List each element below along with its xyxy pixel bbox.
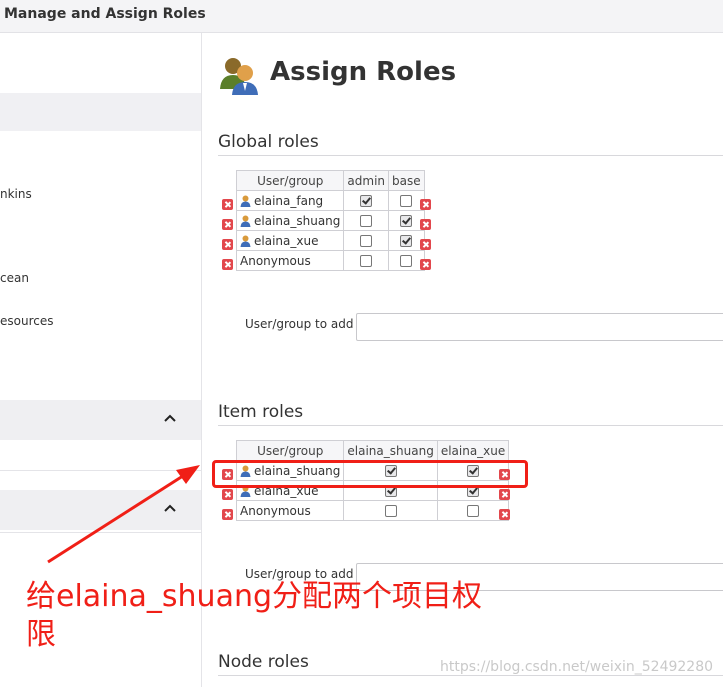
table-row: elaina_shuang (235, 210, 425, 231)
user-group-name: Anonymous (240, 503, 311, 518)
role-checkbox[interactable] (400, 255, 413, 267)
user-group-cell: Anonymous (235, 250, 345, 271)
role-checkbox-cell (343, 210, 390, 231)
role-checkbox[interactable] (467, 505, 480, 517)
sidebar-section-1[interactable] (0, 400, 201, 440)
table-row: elaina_fang (235, 190, 425, 211)
sidebar-highlight (0, 93, 201, 131)
remove-row-icon[interactable] (222, 239, 233, 250)
chevron-up-icon (164, 414, 176, 422)
column-header-user-group: User/group (235, 440, 345, 461)
column-header-admin: admin (343, 170, 390, 191)
annotation-highlight-box (212, 460, 528, 488)
role-checkbox-cell (343, 190, 390, 211)
role-checkbox-cell (343, 500, 438, 521)
item-roles-heading: Item roles (218, 402, 304, 422)
watermark: https://blog.csdn.net/weixin_52492280 (440, 659, 714, 675)
node-roles-rule (218, 675, 723, 676)
remove-row-icon[interactable] (420, 219, 431, 230)
remove-row-icon[interactable] (499, 469, 510, 480)
user-group-cell: elaina_fang (235, 190, 345, 211)
sidebar-item-jenkins[interactable]: nkins (0, 187, 32, 201)
column-header-elaina-shuang: elaina_shuang (343, 440, 438, 461)
role-checkbox-cell (388, 250, 425, 271)
role-checkbox[interactable] (400, 195, 413, 207)
top-bar: Manage and Assign Roles (0, 0, 723, 33)
remove-row-icon[interactable] (222, 199, 233, 210)
remove-row-icon[interactable] (499, 509, 510, 520)
role-checkbox[interactable] (360, 195, 373, 207)
column-header-base: base (388, 170, 425, 191)
role-checkbox-cell (388, 190, 425, 211)
role-checkbox[interactable] (360, 235, 373, 247)
user-group-cell: elaina_xue (235, 230, 345, 251)
table-row: Anonymous (235, 250, 425, 271)
user-group-name: elaina_xue (254, 233, 319, 248)
table-header-row: User/group elaina_shuang elaina_xue (235, 440, 510, 461)
page-title: Assign Roles (270, 57, 457, 87)
global-add-user-label: User/group to add (245, 317, 354, 331)
remove-row-icon[interactable] (222, 259, 233, 270)
table-header-row: User/group admin base (235, 170, 425, 191)
user-group-name: elaina_fang (254, 193, 324, 208)
user-icon (240, 235, 251, 247)
remove-row-icon[interactable] (222, 509, 233, 520)
sidebar-item-ocean[interactable]: cean (0, 271, 29, 285)
sidebar-divider (0, 532, 201, 533)
sidebar-item-resources[interactable]: esources (0, 314, 53, 328)
remove-row-icon[interactable] (222, 469, 233, 480)
sidebar-divider (0, 470, 201, 471)
global-roles-heading: Global roles (218, 132, 319, 152)
remove-row-icon[interactable] (222, 489, 233, 500)
user-group-cell: elaina_shuang (235, 210, 345, 231)
column-header-user-group: User/group (235, 170, 345, 191)
remove-row-icon[interactable] (420, 259, 431, 270)
remove-row-icon[interactable] (420, 199, 431, 210)
annotation-text: 给elaina_shuang分配两个项目权限 (26, 579, 483, 652)
role-checkbox[interactable] (360, 255, 373, 267)
global-roles-table: User/group admin base elaina_fang elaina_… (235, 170, 425, 271)
user-icon (240, 195, 251, 207)
global-roles-rule (218, 155, 723, 156)
role-checkbox-cell (388, 230, 425, 251)
window-title: Manage and Assign Roles (4, 6, 206, 22)
remove-row-icon[interactable] (222, 219, 233, 230)
role-checkbox[interactable] (384, 505, 397, 517)
users-icon (220, 58, 258, 95)
table-row: Anonymous (235, 500, 510, 521)
sidebar-section-2[interactable] (0, 490, 201, 530)
node-roles-heading: Node roles (218, 652, 309, 672)
table-row: elaina_xue (235, 230, 425, 251)
item-roles-rule (218, 425, 723, 426)
role-checkbox-cell (388, 210, 425, 231)
remove-row-icon[interactable] (420, 239, 431, 250)
user-icon (240, 215, 251, 227)
column-header-elaina-xue: elaina_xue (436, 440, 510, 461)
role-checkbox-cell (343, 250, 390, 271)
role-checkbox-cell (343, 230, 390, 251)
user-group-cell: Anonymous (235, 500, 345, 521)
role-checkbox[interactable] (400, 235, 413, 247)
remove-row-icon[interactable] (499, 489, 510, 500)
user-group-name: elaina_shuang (254, 213, 341, 228)
global-add-user-input[interactable] (356, 313, 723, 341)
role-checkbox[interactable] (400, 215, 413, 227)
user-group-name: Anonymous (240, 253, 311, 268)
role-checkbox[interactable] (360, 215, 373, 227)
chevron-up-icon (164, 504, 176, 512)
